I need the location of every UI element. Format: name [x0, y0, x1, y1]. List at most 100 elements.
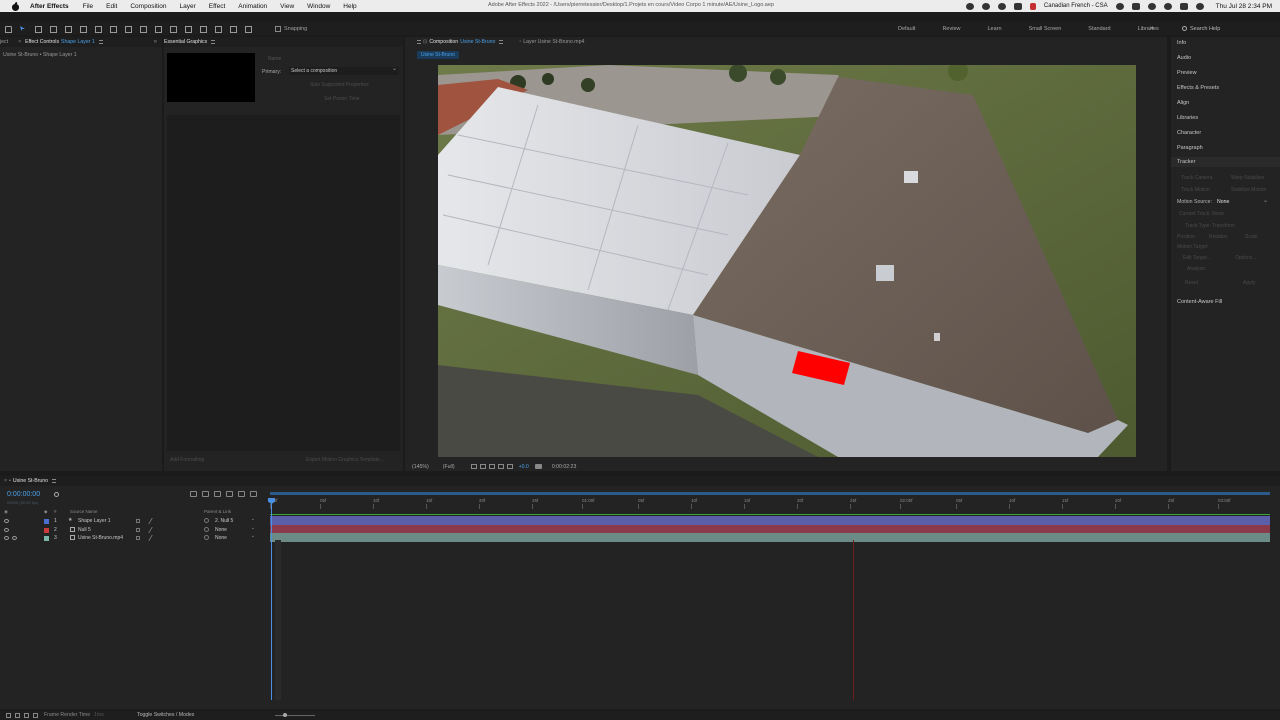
- track-motion-button[interactable]: Track Motion: [1181, 187, 1210, 193]
- workspace-default[interactable]: Default: [898, 26, 915, 32]
- tracker-header[interactable]: Tracker: [1171, 157, 1280, 167]
- layer-bar[interactable]: [270, 516, 1270, 525]
- home-icon[interactable]: [3, 24, 12, 33]
- puppet-pin-icon[interactable]: [243, 24, 252, 33]
- current-time-display[interactable]: 0:00:00:00: [7, 491, 40, 498]
- grid-guides-icon[interactable]: [497, 464, 504, 469]
- headphones-icon[interactable]: [1115, 2, 1124, 10]
- canada-flag-icon[interactable]: [1029, 2, 1036, 10]
- check-rotation[interactable]: Rotation: [1209, 234, 1228, 240]
- warp-stabilizer-button[interactable]: Warp Stabilizer: [1231, 175, 1265, 181]
- pan-camera-icon[interactable]: [78, 24, 87, 33]
- snapping-toggle[interactable]: Snapping: [275, 25, 307, 32]
- panel-effects-presets[interactable]: Effects & Presets: [1177, 85, 1219, 91]
- mask-visibility-icon[interactable]: [488, 464, 495, 469]
- eye-icon[interactable]: [4, 527, 9, 532]
- layer-bar[interactable]: [270, 524, 1270, 533]
- timing-icon[interactable]: [33, 713, 38, 718]
- expand-icon[interactable]: [15, 713, 20, 718]
- lock-icon[interactable]: ▫: [519, 39, 521, 45]
- pickwhip-icon[interactable]: [204, 518, 209, 523]
- column-parent-link[interactable]: Parent & Link: [204, 509, 231, 514]
- roto-brush-icon[interactable]: [228, 24, 237, 33]
- edit-target-button[interactable]: Edit Target...: [1183, 255, 1211, 261]
- panel-menu-icon[interactable]: [211, 40, 216, 44]
- label-color-swatch[interactable]: [44, 536, 49, 541]
- parent-select[interactable]: None: [215, 525, 255, 533]
- panel-menu-icon[interactable]: [98, 40, 103, 44]
- menubar-clock[interactable]: Thu Jul 28 2:34 PM: [1216, 3, 1272, 10]
- time-ruler[interactable]: :00f 05f 10f 15f 20f 25f 01:00f 05f 10f …: [270, 492, 1272, 509]
- quality-switch-icon[interactable]: [148, 526, 158, 533]
- workspace-review[interactable]: Review: [942, 26, 960, 32]
- help-search[interactable]: Search Help: [1182, 24, 1272, 33]
- menu-file[interactable]: File: [83, 3, 93, 10]
- motion-blur-icon[interactable]: [238, 491, 245, 497]
- rotate-tool-icon[interactable]: [108, 24, 117, 33]
- current-time-indicator[interactable]: [271, 498, 272, 700]
- template-name-field[interactable]: Name: [268, 56, 281, 62]
- panel-menu-icon[interactable]: [52, 479, 57, 483]
- primary-composition-select[interactable]: Select a composition: [289, 65, 399, 75]
- magnification-dropdown[interactable]: (145%): [412, 464, 429, 470]
- tab-composition[interactable]: ⊡ Composition Usine St-Bruno: [415, 39, 504, 45]
- panel-libraries[interactable]: Libraries: [1177, 115, 1198, 121]
- clone-stamp-icon[interactable]: [198, 24, 207, 33]
- menu-window[interactable]: Window: [307, 3, 330, 10]
- panel-menu-icon[interactable]: [499, 40, 504, 44]
- layer-row[interactable]: 3 Usine St-Bruno.mp4 None: [0, 533, 268, 543]
- layer-name[interactable]: Null 5: [78, 527, 91, 533]
- exposure-value[interactable]: +0.0: [519, 464, 529, 470]
- rectangle-tool-icon[interactable]: [138, 24, 147, 33]
- quality-switch-icon[interactable]: [148, 535, 158, 541]
- expand-panels-button[interactable]: »: [154, 39, 157, 45]
- record-icon[interactable]: [965, 2, 974, 10]
- panel-audio[interactable]: Audio: [1177, 55, 1191, 61]
- tab-timeline[interactable]: × ▪ Usine St-Bruno: [4, 478, 57, 484]
- layer-bar[interactable]: [270, 533, 1270, 542]
- panel-align[interactable]: Align: [1177, 100, 1189, 106]
- render-queue-icon[interactable]: [6, 713, 11, 718]
- siri-icon[interactable]: [1195, 2, 1204, 10]
- panel-paragraph[interactable]: Paragraph: [1177, 145, 1203, 151]
- input-source[interactable]: Canadian French - CSA: [1044, 3, 1108, 9]
- orbit-camera-icon[interactable]: [63, 24, 72, 33]
- spotlight-search-icon[interactable]: [1163, 2, 1172, 10]
- comp-mini-flowchart-icon[interactable]: [190, 491, 197, 497]
- viewer-timecode[interactable]: 0:00:02:23: [552, 464, 577, 470]
- graph-editor-icon[interactable]: [250, 491, 257, 497]
- shy-switch-icon[interactable]: [136, 527, 140, 532]
- column-source-name[interactable]: Source Name: [70, 509, 98, 514]
- dolly-camera-icon[interactable]: [93, 24, 102, 33]
- type-tool-icon[interactable]: [168, 24, 177, 33]
- shy-switch-icon[interactable]: [136, 536, 140, 540]
- add-formatting-button[interactable]: Add Formatting: [170, 457, 204, 463]
- set-poster-time-button[interactable]: Set Poster Time: [324, 96, 360, 102]
- toggle-switches-modes[interactable]: Toggle Switches / Modes: [137, 712, 194, 718]
- panel-info[interactable]: Info: [1177, 40, 1186, 46]
- hand-tool-icon[interactable]: [33, 24, 42, 33]
- lock-icon[interactable]: ⊡: [423, 39, 427, 45]
- apple-logo-icon[interactable]: [11, 2, 20, 11]
- pan-behind-icon[interactable]: [123, 24, 132, 33]
- tab-effect-controls[interactable]: × Effect Controls Shape Layer 1: [18, 39, 103, 45]
- menu-edit[interactable]: Edit: [106, 3, 117, 10]
- display-icon[interactable]: [1013, 2, 1022, 10]
- channel-icon[interactable]: [506, 464, 513, 469]
- creative-cloud-icon[interactable]: [981, 2, 990, 10]
- menu-animation[interactable]: Animation: [238, 3, 267, 10]
- menu-help[interactable]: Help: [343, 3, 356, 10]
- history-icon[interactable]: [997, 2, 1006, 10]
- composition-viewer[interactable]: [438, 65, 1136, 457]
- pickwhip-icon[interactable]: [204, 535, 209, 540]
- workspace-more-button[interactable]: »: [1150, 25, 1154, 32]
- tab-essential-graphics[interactable]: Essential Graphics: [164, 39, 216, 45]
- audio-icon[interactable]: [12, 536, 17, 540]
- layer-name[interactable]: Shape Layer 1: [78, 518, 111, 524]
- tracker-reset-button[interactable]: Reset: [1185, 280, 1198, 286]
- workspace-libraries[interactable]: Libraries: [1138, 26, 1159, 32]
- composition-breadcrumb[interactable]: Usine St-Bruno: [417, 51, 459, 59]
- region-of-interest-icon[interactable]: [470, 464, 477, 469]
- parent-select[interactable]: 2. Null 5: [215, 516, 255, 524]
- battery-icon[interactable]: [1131, 2, 1140, 10]
